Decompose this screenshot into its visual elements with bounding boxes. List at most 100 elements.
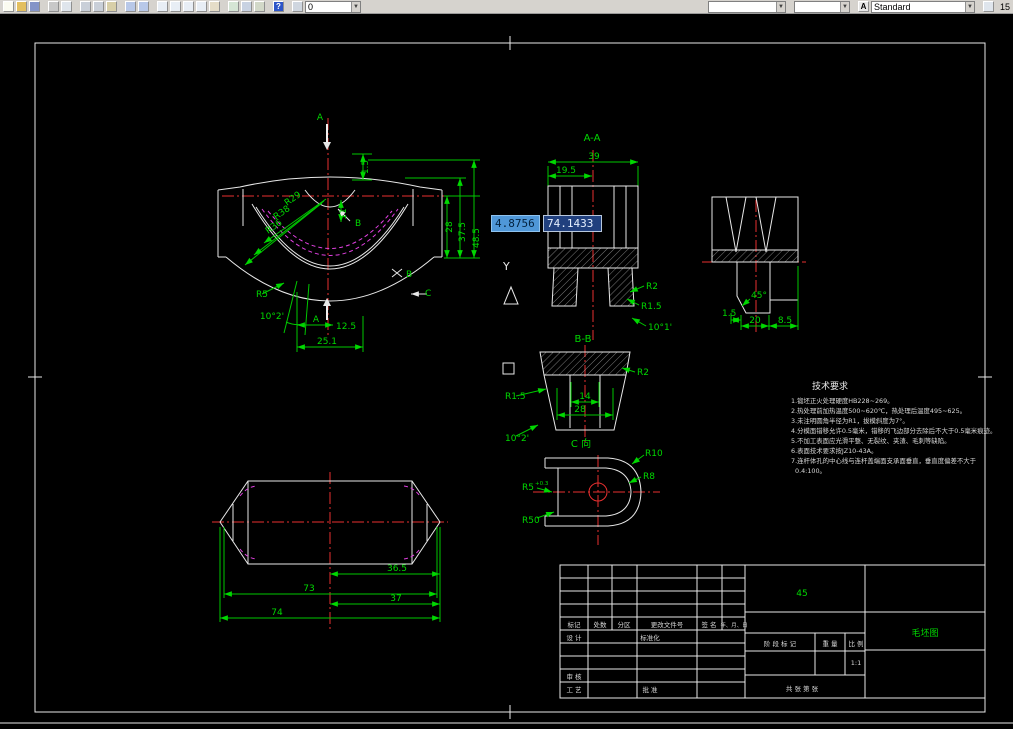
dim-label: R1.5 [641,302,662,312]
section-title: B-B [575,334,592,345]
sheet-count-label: 共 张 第 张 [786,684,819,693]
coord-y-input[interactable]: 74.1433 [543,215,602,232]
view-title: C 向 [571,437,591,450]
help-icon[interactable]: ? [273,1,284,12]
redo-icon[interactable] [138,1,149,12]
text-style-combo-value: Standard [873,1,911,12]
drawing-canvas[interactable]: A A B B C R29 R38 R36 11 1.5 28 37.5 48.… [0,14,1013,729]
dropdown-arrow-icon[interactable]: ▼ [840,1,849,12]
layers-icon[interactable] [241,1,252,12]
origin-box-marker [502,362,515,375]
table-style-icon[interactable] [982,1,994,12]
print-preview-icon[interactable] [61,1,72,12]
dim-label: 45° [751,291,767,301]
undo-icon[interactable] [125,1,136,12]
coord-x-input[interactable]: 4.8756 [491,215,540,232]
dropdown-arrow-icon[interactable]: ▼ [351,1,360,12]
view-plan[interactable]: 36.5 73 37 74 [212,472,448,630]
drawing-area[interactable]: A A B B C R29 R38 R36 11 1.5 28 37.5 48.… [0,14,1013,729]
dim-label: 28 [445,221,455,233]
view-section-aa[interactable]: A-A 39 19.5 R2 R1.5 10°1' [547,133,672,340]
dim-label: R2 [637,368,649,378]
regen-icon[interactable] [228,1,239,12]
tech-req-line: 5.不加工表面应光滑平整、无裂纹、夹渣、毛刺等缺陷。 [791,436,950,445]
cut-icon[interactable] [80,1,91,12]
dim-label: R50 [522,516,540,526]
dim-label: 1.5 [722,309,736,319]
layer-combo-value: 0 [308,1,314,12]
zoom-all-icon[interactable] [196,1,207,12]
zoom-in-icon[interactable] [157,1,168,12]
dim-label: 19.5 [556,166,576,176]
titleblock-label: 标记 [568,620,582,629]
dim-label: 36.5 [387,564,407,574]
color-combo[interactable]: ▼ [707,0,786,13]
layer-combo[interactable]: 0 ▼ [305,0,361,13]
toolbar-overflow-label: 15 [999,1,1010,12]
titleblock-label: 分区 [618,620,632,629]
part-name-label: 毛坯图 [911,627,938,639]
dropdown-arrow-icon[interactable]: ▼ [965,1,974,12]
titleblock-label: 签 名 [701,620,716,629]
dim-tolerance-label: +0.3 [535,481,549,487]
save-file-icon[interactable] [29,1,40,12]
copy-icon[interactable] [93,1,104,12]
view-detail[interactable]: 45° 1.5 20 8.5 [702,196,806,333]
tech-req-line: 3.未注明圆角半径为R1，拔模斜度为7°。 [791,416,909,425]
section-marker-label: A [313,315,320,325]
text-style-combo[interactable]: Standard ▼ [870,0,975,13]
titleblock-label: 更改文件号 [651,620,684,629]
axis-markers: Y [502,260,519,375]
dim-label: 25.1 [317,337,337,347]
dim-label: 8.5 [778,316,792,326]
titleblock-label: 处数 [594,620,608,629]
view-section-bb[interactable]: B-B R2 R1.5 14 28 10°2' [505,334,649,445]
y-axis-label: Y [502,260,510,273]
open-file-icon[interactable] [16,1,27,12]
paste-icon[interactable] [106,1,117,12]
tech-req-line: 4.分模面错移允许0.5毫米，错移的飞边部分去除后不大于0.5毫米痕迹。 [791,426,996,435]
dim-label: 28 [574,405,586,415]
titleblock-label: 标准化 [640,633,660,642]
material-label: 45 [796,589,807,599]
dim-label: 20 [749,316,761,326]
titleblock-label: 重 量 [822,640,838,648]
view-c[interactable]: C 向 R10 R8 R5 +0.3 R50 [522,437,663,545]
tech-req-line: 2.热处理前加热温度500~620℃，热处理后温度495~625。 [791,406,966,415]
dim-label: R8 [643,472,655,482]
linetype-combo[interactable]: ▼ [793,0,850,13]
dropdown-arrow-icon[interactable]: ▼ [776,1,785,12]
tech-req-line: 7.连杆体孔的中心线与连杆盖端面支承面垂直，垂直度偏差不大于 [791,456,977,465]
section-marker-label: B [406,270,412,280]
dim-label: R10 [645,449,663,459]
dim-label: R5 [256,290,268,300]
view-front[interactable]: A A B B C R29 R38 R36 11 1.5 28 37.5 48.… [217,113,482,352]
dim-label: 11 [339,208,349,219]
new-file-icon[interactable] [3,1,14,12]
layer-state-icon[interactable] [292,1,303,12]
zoom-window-icon[interactable] [183,1,194,12]
properties-icon[interactable] [254,1,265,12]
up-arrow-marker [503,285,519,305]
tech-req-title: 技术要求 [812,380,848,392]
text-style-icon[interactable]: A [857,1,869,12]
dim-label: 37 [390,594,401,604]
titleblock-label: 年、月、日 [721,621,748,629]
titleblock-label: 批 准 [642,685,658,694]
title-block: 标记 处数 分区 更改文件号 签 名 年、月、日 设 计 标准化 审 核 工 艺… [559,564,986,699]
zoom-out-icon[interactable] [170,1,181,12]
titleblock-label: 审 核 [566,672,582,681]
pan-icon[interactable] [209,1,220,12]
dim-label: 74 [271,608,283,618]
dim-label: R2 [646,282,658,292]
dim-label: 10°2' [505,434,529,444]
section-marker-label: A [317,113,324,123]
titleblock-label: 设 计 [566,633,582,642]
titleblock-label: 比 例 [848,639,863,648]
dim-label: 37.5 [458,222,468,242]
plot-icon[interactable] [48,1,59,12]
dim-label: 10°1' [648,323,672,333]
dim-label: 48.5 [472,228,482,248]
sheet-frame [0,36,1013,724]
dim-label: 14 [579,392,591,402]
